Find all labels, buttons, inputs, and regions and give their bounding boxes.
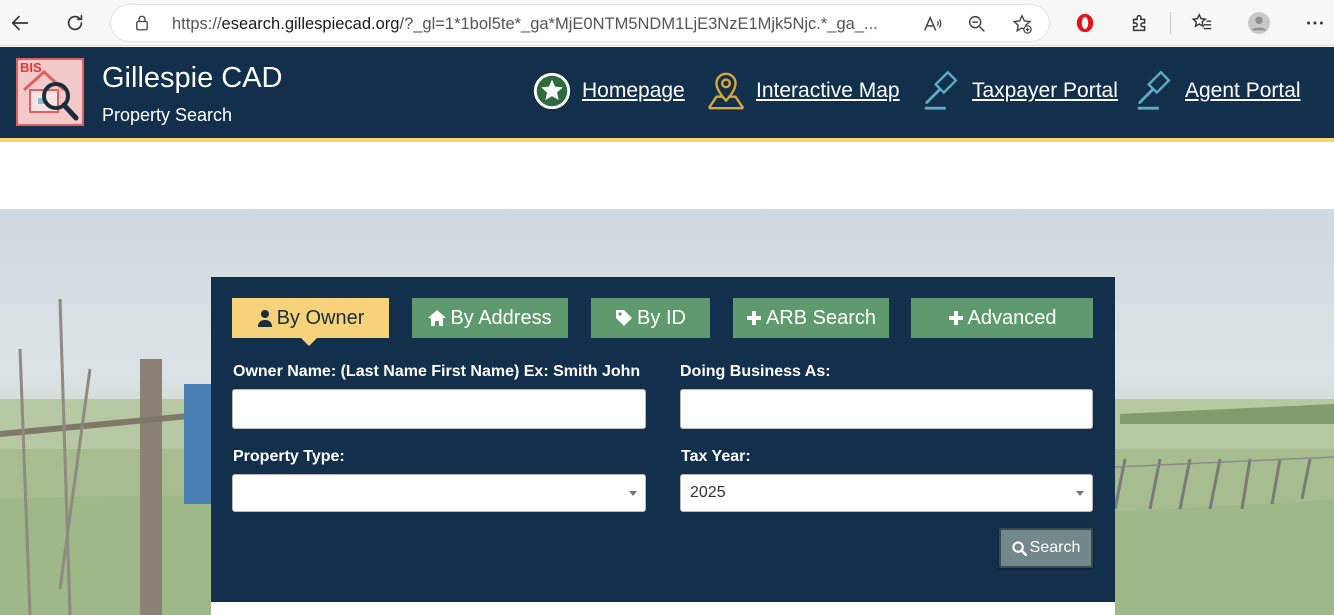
back-arrow-icon bbox=[11, 15, 29, 31]
nav-taxpayer-portal-label: Taxpayer Portal bbox=[972, 79, 1118, 102]
tab-by-owner[interactable]: By Owner bbox=[232, 298, 389, 338]
search-button-label: Search bbox=[1029, 539, 1081, 556]
zoom-out-icon[interactable] bbox=[966, 13, 988, 35]
search-button[interactable]: Search bbox=[999, 528, 1093, 568]
more-dots-icon bbox=[1307, 21, 1323, 25]
more-menu-button[interactable] bbox=[1299, 7, 1331, 39]
puzzle-icon bbox=[1132, 14, 1146, 32]
user-icon bbox=[257, 310, 272, 327]
tab-arb-search-label: ARB Search bbox=[765, 306, 877, 329]
star-seal-icon bbox=[531, 70, 573, 112]
url-text: https://esearch.gillespiecad.org/?_gl=1*… bbox=[172, 15, 922, 34]
back-button[interactable] bbox=[4, 7, 36, 39]
owner-name-label: Owner Name: (Last Name First Name) Ex: S… bbox=[233, 363, 641, 380]
tab-by-id[interactable]: By ID bbox=[591, 298, 710, 338]
map-pin-icon bbox=[707, 72, 745, 110]
nav-taxpayer-portal[interactable]: Taxpayer Portal bbox=[920, 70, 1118, 112]
tab-arb-search[interactable]: ARB Search bbox=[733, 298, 889, 338]
opera-extension-button[interactable] bbox=[1069, 7, 1101, 39]
browser-toolbar: https://esearch.gillespiecad.org/?_gl=1*… bbox=[0, 0, 1334, 46]
results-area bbox=[211, 602, 1115, 615]
tab-by-address-label: By Address bbox=[450, 306, 552, 329]
read-aloud-icon[interactable] bbox=[921, 13, 943, 35]
tab-advanced-label: Advanced bbox=[967, 306, 1057, 329]
url-prefix: https:// bbox=[172, 15, 222, 33]
dba-label: Doing Business As: bbox=[680, 363, 831, 380]
refresh-button[interactable] bbox=[59, 7, 91, 39]
active-tab-caret bbox=[301, 338, 317, 346]
svg-text:BIS: BIS bbox=[20, 60, 42, 75]
gavel-icon bbox=[1137, 70, 1171, 110]
profile-avatar-icon bbox=[1248, 12, 1270, 34]
nav-homepage[interactable]: Homepage bbox=[530, 70, 685, 112]
house-magnifier-logo-icon: BIS bbox=[20, 60, 79, 121]
plus-icon bbox=[746, 311, 761, 325]
site-subtitle: Property Search bbox=[102, 105, 233, 125]
favorites-button[interactable] bbox=[1186, 7, 1218, 39]
tag-icon bbox=[616, 310, 633, 326]
address-bar[interactable]: https://esearch.gillespiecad.org/?_gl=1*… bbox=[110, 4, 1050, 42]
url-path: /?_gl=1*1bol5te*_ga*MjE0NTM5NDM1LjE3NzE1… bbox=[399, 15, 878, 33]
gavel-icon bbox=[924, 70, 958, 110]
owner-name-input[interactable] bbox=[232, 389, 646, 429]
search-icon bbox=[1012, 540, 1027, 556]
property-type-select[interactable] bbox=[232, 474, 646, 512]
dropdown-arrow-icon bbox=[1076, 491, 1084, 496]
tax-year-select[interactable]: 2025 bbox=[680, 474, 1093, 512]
dropdown-arrow-icon bbox=[629, 491, 637, 496]
tab-advanced[interactable]: Advanced bbox=[911, 298, 1093, 338]
dba-input[interactable] bbox=[680, 389, 1093, 429]
tab-by-id-label: By ID bbox=[637, 306, 686, 329]
nav-interactive-map-label: Interactive Map bbox=[756, 79, 900, 102]
tab-by-address[interactable]: By Address bbox=[412, 298, 568, 338]
favorites-list-icon bbox=[1191, 13, 1212, 30]
lock-icon bbox=[136, 15, 148, 31]
header-accent-line bbox=[0, 138, 1334, 142]
add-favorite-icon[interactable] bbox=[1011, 13, 1033, 35]
nav-homepage-label: Homepage bbox=[582, 79, 685, 102]
opera-icon bbox=[1076, 13, 1094, 33]
nav-agent-portal-label: Agent Portal bbox=[1185, 79, 1301, 102]
tab-by-owner-label: By Owner bbox=[276, 306, 365, 329]
extensions-button[interactable] bbox=[1124, 7, 1156, 39]
profile-button[interactable] bbox=[1243, 7, 1275, 39]
home-icon bbox=[428, 310, 447, 326]
bis-logo[interactable]: BIS bbox=[16, 58, 84, 126]
toolbar-separator bbox=[1170, 12, 1171, 34]
site-title: Gillespie CAD bbox=[102, 62, 283, 94]
refresh-icon bbox=[67, 14, 83, 31]
plus-icon bbox=[948, 311, 963, 325]
tax-year-value: 2025 bbox=[690, 484, 726, 501]
nav-interactive-map[interactable]: Interactive Map bbox=[704, 70, 900, 112]
nav-agent-portal[interactable]: Agent Portal bbox=[1133, 70, 1301, 112]
property-type-label: Property Type: bbox=[233, 448, 345, 465]
url-host: esearch.gillespiecad.org bbox=[221, 15, 400, 33]
tax-year-label: Tax Year: bbox=[681, 448, 751, 465]
